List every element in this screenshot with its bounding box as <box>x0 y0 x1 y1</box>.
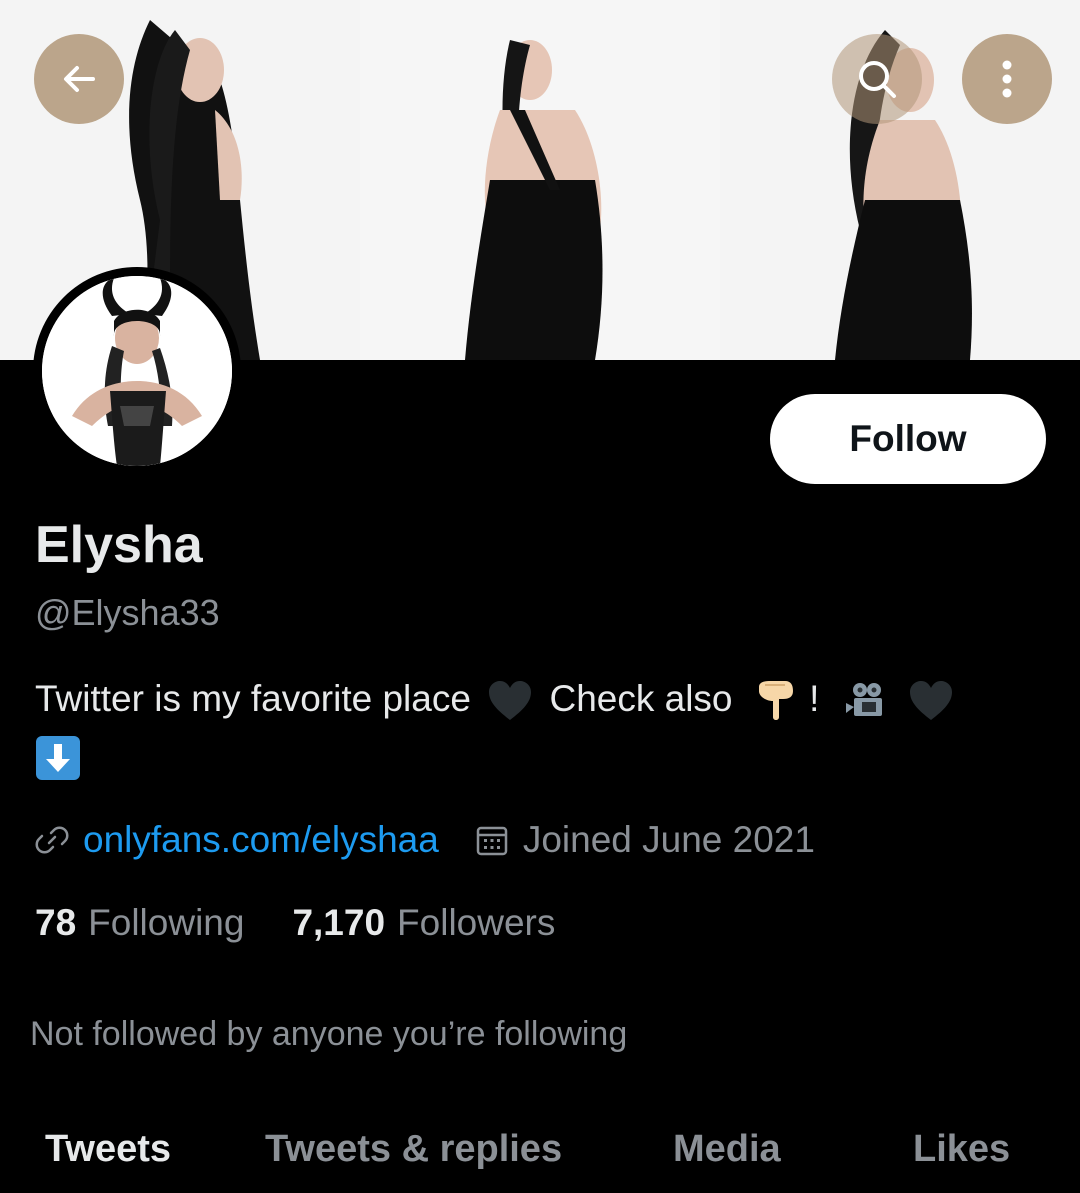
profile-tabs: Tweets Tweets & replies Media Likes <box>0 1120 1080 1193</box>
tab-tweets[interactable]: Tweets <box>45 1128 171 1171</box>
following-count: 78 <box>35 902 77 943</box>
link-icon <box>35 826 69 854</box>
profile-stats: 78 Following 7,170 Followers <box>35 902 555 944</box>
more-vertical-icon <box>1002 60 1012 98</box>
pointing-down-icon <box>758 681 793 721</box>
followers-label: Followers <box>397 902 556 943</box>
profile-name: Elysha <box>35 516 203 574</box>
bio-text-3: ! <box>809 678 820 719</box>
banner-photo-middle <box>360 0 720 360</box>
search-icon <box>859 61 896 98</box>
bio-text-2: Check also <box>549 678 733 719</box>
more-options-button[interactable] <box>962 34 1052 124</box>
tab-likes[interactable]: Likes <box>913 1128 1010 1171</box>
follow-button[interactable]: Follow <box>770 394 1046 484</box>
down-arrow-box-icon <box>36 736 80 781</box>
arrow-left-icon <box>64 66 95 92</box>
profile-meta: onlyfans.com/elyshaa Joined June 2021 <box>35 815 815 865</box>
profile-handle: @Elysha33 <box>35 592 220 633</box>
followers-count: 7,170 <box>292 902 386 943</box>
following-link[interactable]: 78 Following <box>35 902 244 944</box>
tab-media[interactable]: Media <box>673 1128 781 1171</box>
black-heart-icon <box>489 681 532 721</box>
back-button[interactable] <box>34 34 124 124</box>
black-heart-icon <box>909 681 952 721</box>
search-button[interactable] <box>832 34 922 124</box>
tab-tweets-replies[interactable]: Tweets & replies <box>265 1128 562 1171</box>
profile-bio: Twitter is my favorite place Check also … <box>35 672 1045 781</box>
profile-website-link[interactable]: onlyfans.com/elyshaa <box>83 819 439 861</box>
not-followed-notice: Not followed by anyone you’re following <box>30 1015 628 1053</box>
followers-link[interactable]: 7,170 Followers <box>292 902 555 944</box>
following-label: Following <box>88 902 245 943</box>
movie-camera-icon <box>845 683 882 717</box>
avatar-image <box>42 276 232 466</box>
avatar[interactable] <box>33 267 241 475</box>
calendar-icon <box>476 826 508 856</box>
joined-date: Joined June 2021 <box>522 819 815 860</box>
bio-text-1: Twitter is my favorite place <box>35 678 471 719</box>
